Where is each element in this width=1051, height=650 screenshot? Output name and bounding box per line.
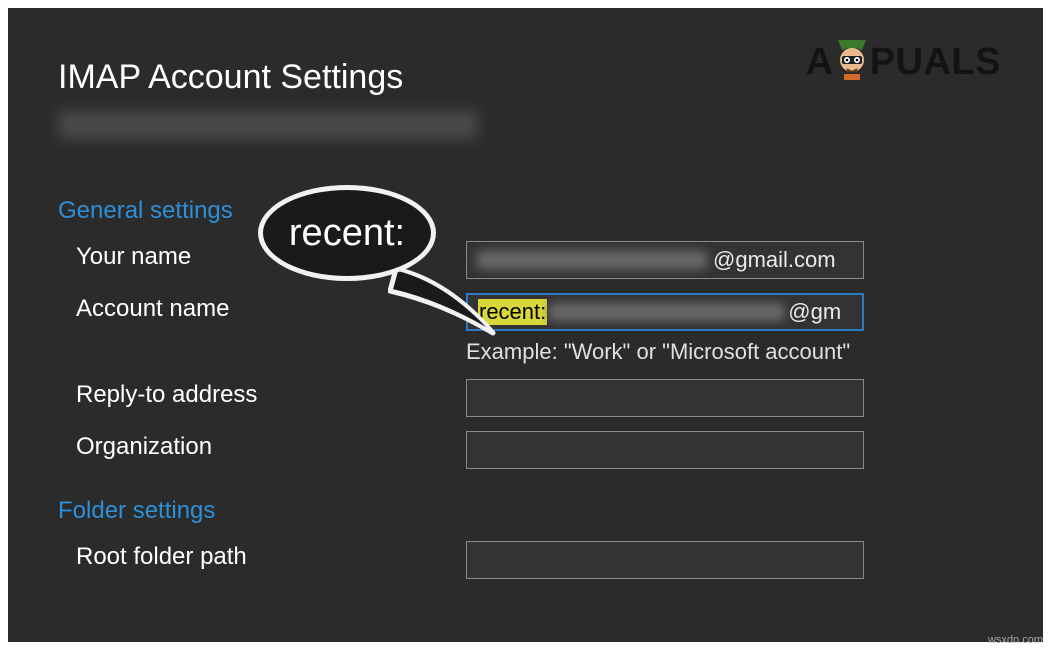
row-reply-to: Reply-to address	[58, 379, 983, 417]
brand-logo: A PUALS	[806, 38, 1001, 86]
brand-prefix: A	[806, 41, 834, 84]
watermark-text: wsxdn.com	[988, 634, 1043, 646]
account-name-prefix-highlight: recent:	[478, 299, 547, 325]
row-root-folder: Root folder path	[58, 541, 983, 579]
root-folder-input[interactable]	[466, 541, 864, 579]
row-organization: Organization	[58, 431, 983, 469]
account-name-suffix: @gm	[788, 299, 841, 325]
general-settings-header: General settings	[58, 197, 983, 225]
your-name-label: Your name	[76, 241, 466, 271]
row-account-name: Account name recent: @gm Example: "Work"…	[58, 293, 983, 365]
brand-suffix: PUALS	[870, 41, 1001, 84]
account-name-helper: Example: "Work" or "Microsoft account"	[466, 339, 983, 365]
folder-settings-header: Folder settings	[58, 497, 983, 525]
redacted-text	[477, 251, 707, 269]
account-name-label: Account name	[76, 293, 466, 323]
your-name-suffix: @gmail.com	[713, 247, 836, 273]
redacted-text	[549, 303, 784, 321]
organization-label: Organization	[76, 431, 466, 461]
reply-to-label: Reply-to address	[76, 379, 466, 409]
account-email-redacted	[58, 111, 478, 139]
organization-input[interactable]	[466, 431, 864, 469]
root-folder-label: Root folder path	[76, 541, 466, 571]
settings-dialog: IMAP Account Settings General settings Y…	[8, 8, 1043, 642]
row-your-name: Your name @gmail.com	[58, 241, 983, 279]
mascot-icon	[832, 34, 872, 82]
your-name-input[interactable]: @gmail.com	[466, 241, 864, 279]
account-name-input[interactable]: recent: @gm	[466, 293, 864, 331]
reply-to-input[interactable]	[466, 379, 864, 417]
